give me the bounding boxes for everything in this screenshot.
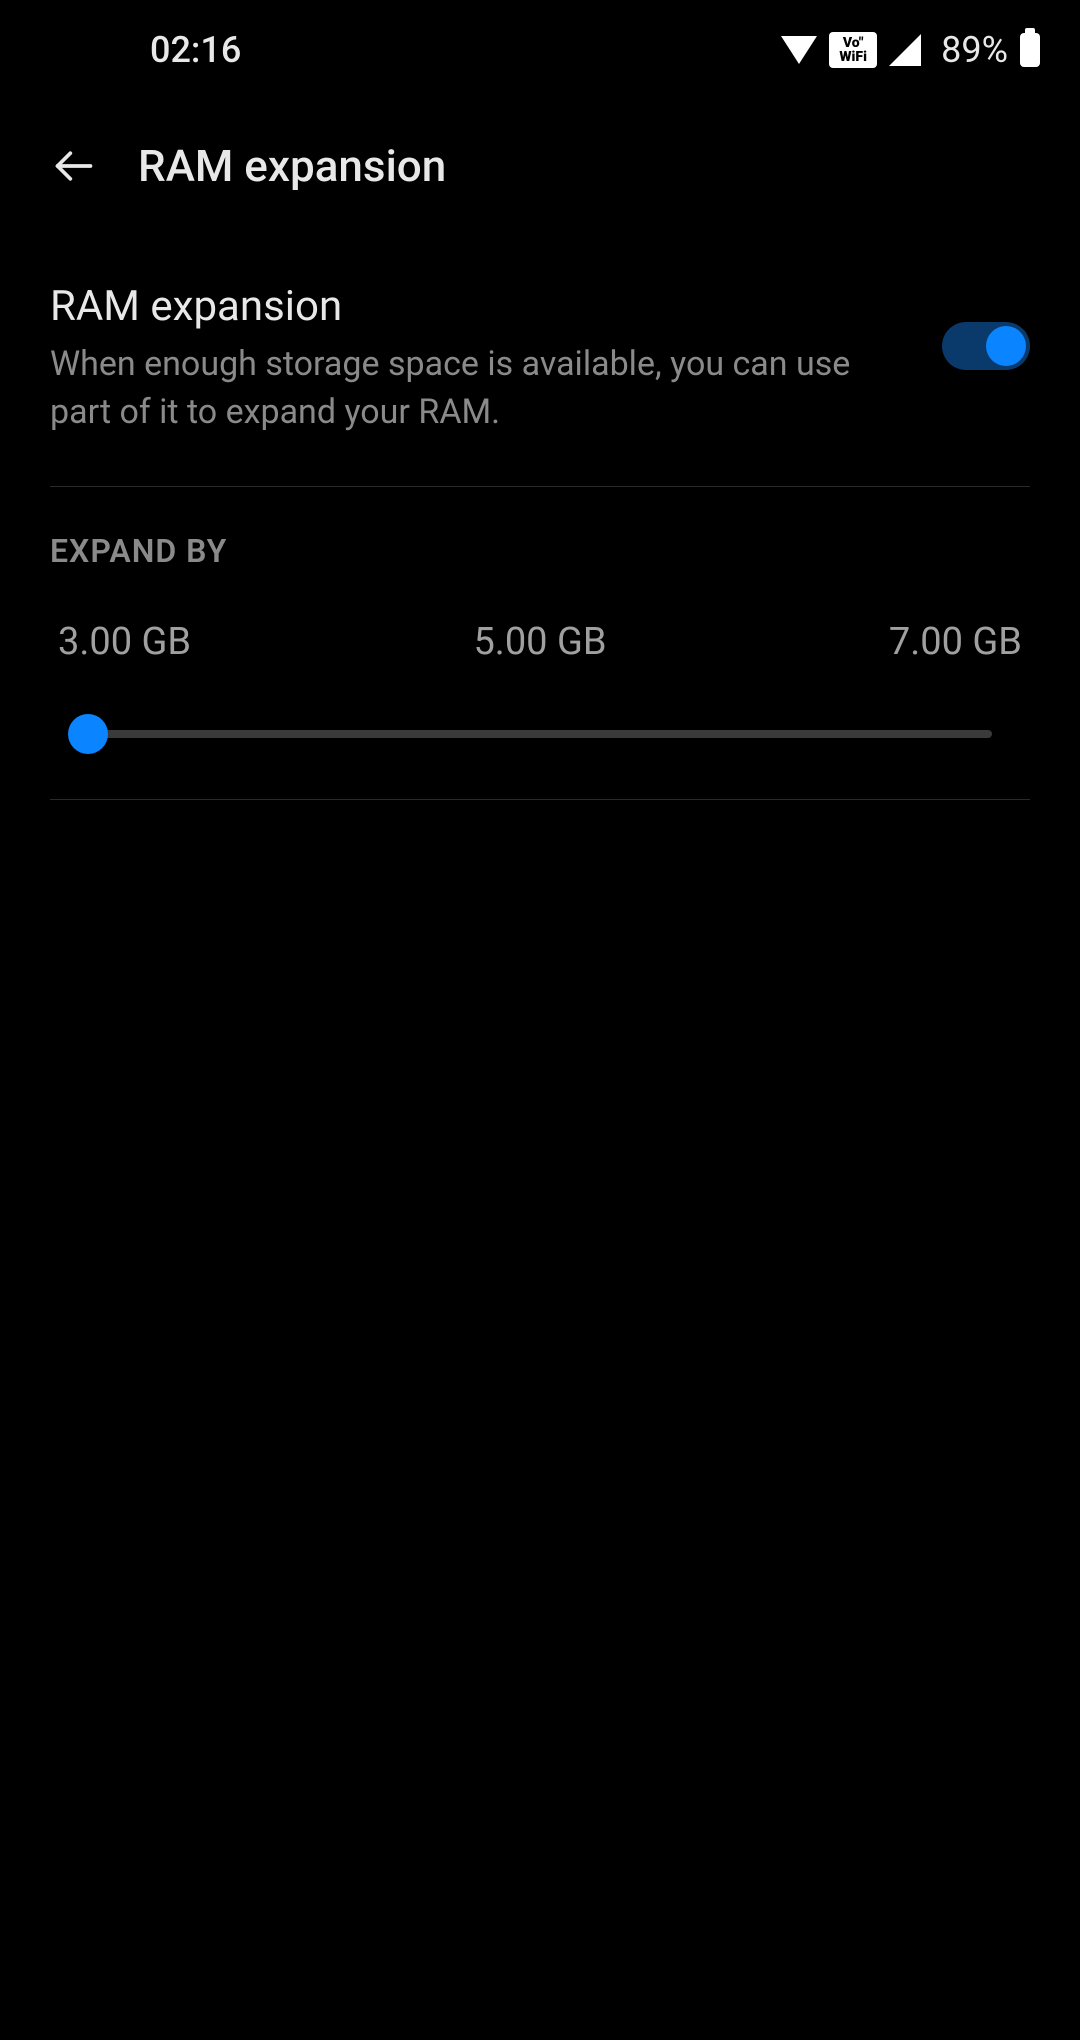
arrow-left-icon [52, 144, 96, 188]
vowifi-icon: Vo" WiFi [829, 32, 877, 68]
battery-icon [1020, 33, 1040, 67]
slider-track [88, 730, 992, 738]
ram-expansion-setting: RAM expansion When enough storage space … [50, 232, 1030, 487]
toggle-thumb [986, 326, 1026, 366]
expand-by-header: EXPAND BY [50, 532, 1030, 570]
ram-expansion-toggle[interactable] [942, 322, 1030, 370]
expand-by-slider[interactable] [88, 714, 992, 754]
wifi-icon [781, 36, 817, 64]
slider-label-0: 3.00 GB [58, 620, 191, 664]
setting-text: RAM expansion When enough storage space … [50, 282, 942, 436]
page-header: RAM expansion [0, 100, 1080, 232]
setting-title: RAM expansion [50, 282, 912, 331]
vowifi-top: Vo" [843, 36, 864, 50]
status-time: 02:16 [150, 29, 241, 71]
vowifi-bottom: WiFi [839, 50, 867, 64]
content: RAM expansion When enough storage space … [0, 232, 1080, 800]
setting-description: When enough storage space is available, … [50, 341, 912, 436]
battery-percentage: 89% [941, 29, 1008, 71]
expand-by-section: EXPAND BY 3.00 GB 5.00 GB 7.00 GB [50, 487, 1030, 800]
page-title: RAM expansion [138, 140, 446, 192]
slider-labels: 3.00 GB 5.00 GB 7.00 GB [50, 620, 1030, 664]
slider-label-1: 5.00 GB [473, 620, 606, 664]
status-bar: 02:16 Vo" WiFi 89% [0, 0, 1080, 100]
slider-thumb [68, 714, 108, 754]
status-right: Vo" WiFi 89% [781, 29, 1040, 71]
slider-label-2: 7.00 GB [889, 620, 1022, 664]
signal-icon [889, 34, 921, 66]
back-button[interactable] [50, 142, 98, 190]
